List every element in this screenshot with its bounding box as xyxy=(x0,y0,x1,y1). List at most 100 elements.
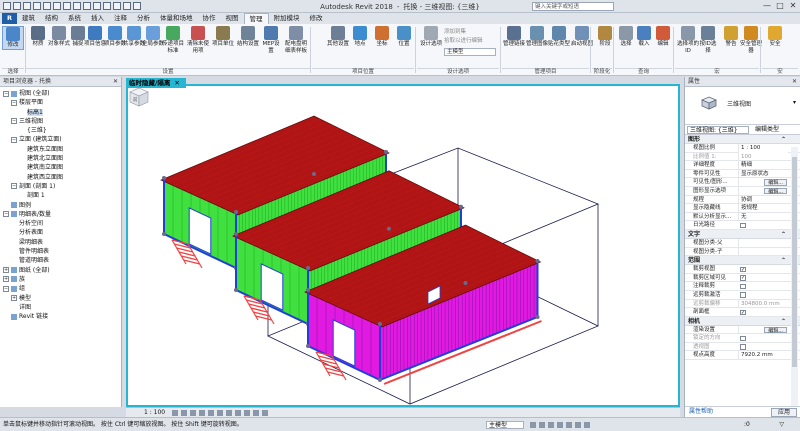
tree-item[interactable]: 分析空间 xyxy=(0,219,121,228)
property-checkbox[interactable] xyxy=(740,292,746,298)
ribbon-tab[interactable]: 插入 xyxy=(86,13,109,24)
chevron-up-icon[interactable]: ⌃ xyxy=(781,256,786,265)
ribbon-button[interactable]: 其他设置 xyxy=(327,26,349,48)
tree-item[interactable]: − 剖面 (剖面 1) xyxy=(0,182,121,191)
ribbon-button[interactable]: 项目单位 xyxy=(212,26,234,48)
ribbon-tab[interactable]: 系统 xyxy=(63,13,86,24)
collapse-icon[interactable]: − xyxy=(11,136,17,143)
property-row[interactable]: 视点高度 7920.2 mm xyxy=(685,351,800,361)
show-crop-icon[interactable] xyxy=(226,410,232,416)
worksharing-icon[interactable] xyxy=(262,410,268,416)
ribbon-button[interactable]: 警告 xyxy=(720,26,742,48)
type-selector[interactable]: 三维视图 ▾ xyxy=(685,87,800,125)
modify-button[interactable]: 修改 xyxy=(2,26,24,50)
property-value[interactable]: 精细 xyxy=(738,161,788,170)
collapse-icon[interactable]: − xyxy=(11,118,17,125)
chevron-down-icon[interactable]: ▾ xyxy=(793,99,796,106)
ribbon-button[interactable]: 管理图像 xyxy=(526,26,548,48)
ribbon-tab[interactable]: 视图 xyxy=(221,13,244,24)
property-value[interactable]: 显示原状态 xyxy=(738,169,788,179)
ribbon-tab[interactable]: 修改 xyxy=(305,13,328,24)
ribbon-button[interactable]: 按ID选择 xyxy=(697,26,719,54)
ribbon-button[interactable]: 清除未使用项 xyxy=(187,26,209,54)
collapse-icon[interactable]: − xyxy=(11,183,17,190)
active-model-dropdown[interactable]: 主模型 xyxy=(486,421,524,429)
property-row[interactable]: 零件可见性 显示原状态 xyxy=(685,169,800,179)
tree-item[interactable]: Revit 链接 xyxy=(0,312,121,321)
ribbon-tab[interactable]: 管理 xyxy=(243,12,269,25)
property-checkbox[interactable] xyxy=(740,222,746,229)
property-row[interactable]: 视图比例 1 : 100 xyxy=(685,144,800,153)
properties-scrollbar[interactable] xyxy=(791,147,798,407)
tree-item[interactable]: − 楼层平面 xyxy=(0,98,121,107)
chevron-up-icon[interactable]: ⌃ xyxy=(781,230,786,239)
select-by-face-icon[interactable] xyxy=(575,422,581,428)
scrollbar-thumb[interactable] xyxy=(792,157,797,367)
drag-elements-icon[interactable] xyxy=(584,422,590,428)
property-value[interactable]: 编辑... xyxy=(738,186,788,196)
property-row[interactable]: 图形显示选项 编辑... xyxy=(685,186,800,196)
ribbon-button[interactable]: 设计选项 xyxy=(420,26,442,48)
filter-icon[interactable]: ▽ xyxy=(779,421,784,428)
tree-item[interactable]: 梁明细表 xyxy=(0,238,121,247)
ribbon-tab[interactable]: 结构 xyxy=(40,13,63,24)
tree-item[interactable]: 标高1 xyxy=(0,108,121,117)
property-checkbox[interactable] xyxy=(740,335,746,342)
ribbon-tab[interactable]: 协作 xyxy=(198,13,221,24)
tree-item[interactable]: 建筑南立面图 xyxy=(0,163,121,172)
property-row[interactable]: 注释裁剪 xyxy=(685,282,800,291)
maximize-button[interactable]: □ xyxy=(775,1,785,10)
property-row[interactable]: 默认分析显示... 无 xyxy=(685,212,800,222)
ribbon-tab[interactable]: 附加模块 xyxy=(269,13,305,24)
expand-icon[interactable]: + xyxy=(3,276,9,283)
close-icon[interactable]: ✕ xyxy=(113,77,118,87)
property-value[interactable]: 编辑... xyxy=(738,178,788,187)
select-underlay-icon[interactable] xyxy=(557,422,563,428)
property-row[interactable]: 详细程度 精细 xyxy=(685,161,800,170)
minimize-button[interactable]: — xyxy=(762,1,772,10)
tree-item[interactable]: + 模型 xyxy=(0,294,121,303)
ribbon-button[interactable]: 选择项的ID xyxy=(677,26,699,54)
ribbon-tab[interactable]: 分析 xyxy=(132,13,155,24)
collapse-icon[interactable]: − xyxy=(3,285,9,292)
tree-item[interactable]: + 图纸 (全部) xyxy=(0,266,121,275)
edit-type-button[interactable]: 编辑类型 xyxy=(755,125,779,135)
properties-help-link[interactable]: 属性帮助 xyxy=(689,407,713,417)
3d-viewport[interactable]: 临时隐藏/隔离 ✕ 前 xyxy=(126,78,680,407)
design-option-command[interactable]: 添加到集 xyxy=(444,27,466,35)
render-icon[interactable] xyxy=(208,410,214,416)
property-row[interactable]: 裁剪视图 ✓ xyxy=(685,265,800,274)
worksets-icon[interactable] xyxy=(530,422,536,428)
property-value[interactable]: 协调 xyxy=(738,195,788,205)
expand-icon[interactable]: + xyxy=(3,267,9,274)
tree-item[interactable]: 图例 xyxy=(0,201,121,210)
lock-view-icon[interactable] xyxy=(235,410,241,416)
sun-path-icon[interactable] xyxy=(190,410,196,416)
crop-view-icon[interactable] xyxy=(217,410,223,416)
property-row[interactable]: 远剪裁激活 xyxy=(685,291,800,300)
property-checkbox[interactable] xyxy=(740,283,746,290)
chevron-up-icon[interactable]: ⌃ xyxy=(781,317,786,326)
property-value[interactable] xyxy=(738,238,788,248)
property-value[interactable]: 按规程 xyxy=(738,204,788,213)
editable-only-icon[interactable] xyxy=(539,422,545,428)
property-row[interactable]: 裁剪区域可见 ✓ xyxy=(685,274,800,283)
ribbon-button[interactable]: MEP设置 xyxy=(260,26,282,54)
view-selector[interactable]: 三维视图: {三维} xyxy=(687,126,749,134)
edit-button[interactable]: 编辑... xyxy=(764,187,787,195)
ribbon-button[interactable]: 材质 xyxy=(27,26,49,48)
property-category[interactable]: 相机 ⌃ xyxy=(685,316,800,326)
property-checkbox[interactable]: ✓ xyxy=(740,275,746,281)
property-row[interactable]: 透视图 xyxy=(685,343,800,352)
property-category[interactable]: 图形 ⌃ xyxy=(685,135,800,144)
ribbon-button[interactable]: 全局参数 xyxy=(142,26,164,48)
property-row[interactable]: 比例值 1: 100 xyxy=(685,152,800,162)
tree-item[interactable]: − 明细表/数量 xyxy=(0,210,121,219)
collapse-icon[interactable]: − xyxy=(3,211,9,218)
tree-item[interactable]: 剖面 1 xyxy=(0,191,121,200)
ribbon-button[interactable]: 坐标 xyxy=(371,26,393,48)
visual-style-icon[interactable] xyxy=(181,410,187,416)
tree-item[interactable]: − 三维视图 xyxy=(0,117,121,126)
ribbon-button[interactable]: 管理链接 xyxy=(503,26,525,48)
select-links-icon[interactable] xyxy=(548,422,554,428)
